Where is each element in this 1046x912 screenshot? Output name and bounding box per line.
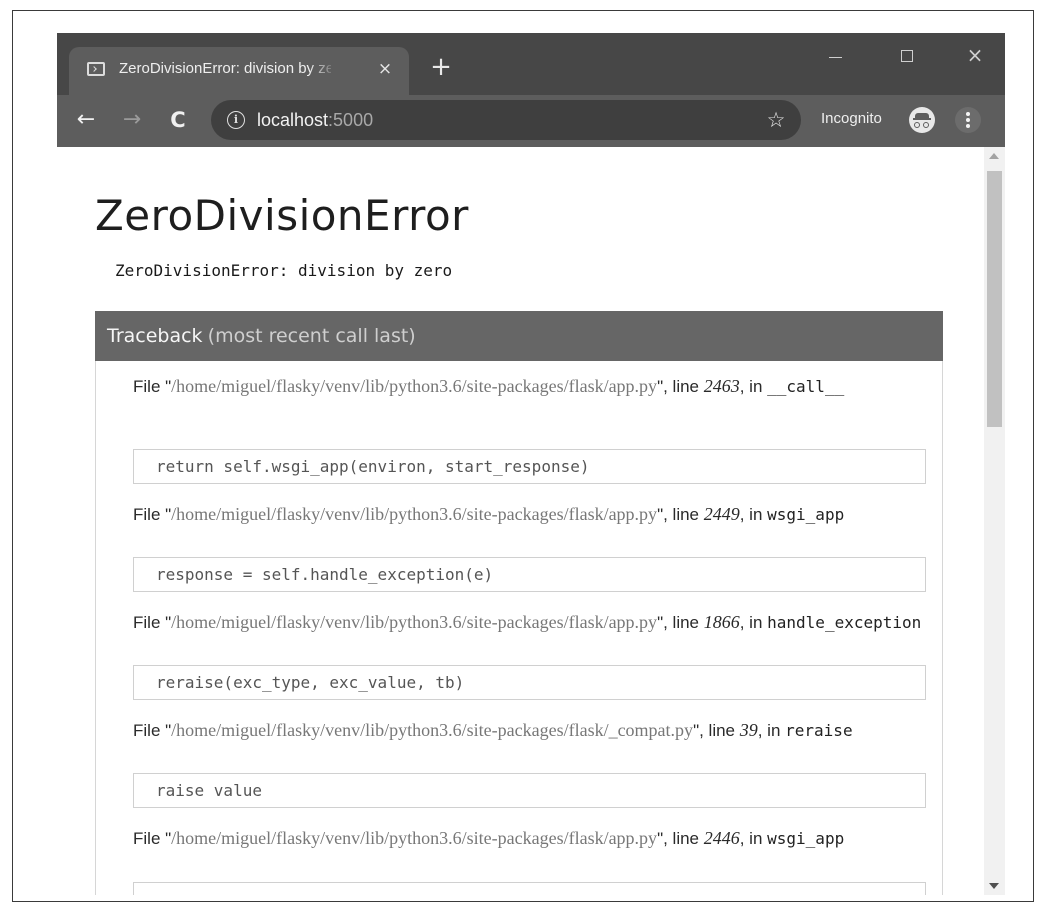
incognito-icon[interactable]	[909, 107, 935, 133]
frame-lineno: 2463	[703, 376, 740, 396]
frame-function: reraise	[785, 721, 853, 740]
traceback-code-line[interactable]: return self.wsgi_app(environ, start_resp…	[133, 449, 926, 484]
back-button[interactable]: ←	[71, 105, 101, 135]
traceback-header: Traceback (most recent call last)	[95, 311, 943, 361]
frame-filename: /home/miguel/flasky/venv/lib/python3.6/s…	[171, 504, 658, 524]
traceback-code-line[interactable]	[133, 882, 926, 895]
url-host: localhost	[257, 110, 329, 130]
traceback-subtitle: (most recent call last)	[207, 325, 416, 347]
minimize-button[interactable]	[815, 43, 855, 71]
traceback-title: Traceback	[107, 325, 203, 347]
line-label: ", line	[657, 613, 704, 632]
traceback-code-line[interactable]: raise value	[133, 773, 926, 808]
star-icon[interactable]: ☆	[763, 107, 789, 133]
file-label: File "	[133, 721, 172, 740]
scroll-down-arrow-icon[interactable]	[989, 883, 999, 889]
traceback-frame-location: File "/home/miguel/flasky/venv/lib/pytho…	[133, 825, 943, 852]
frame-filename: /home/miguel/flasky/venv/lib/python3.6/s…	[171, 612, 658, 632]
traceback-frame-location: File "/home/miguel/flasky/venv/lib/pytho…	[133, 501, 943, 528]
line-label: ", line	[657, 505, 704, 524]
in-label: , in	[739, 505, 768, 524]
frame-function: handle_exception	[767, 613, 922, 632]
in-label: , in	[739, 829, 768, 848]
in-label: , in	[757, 721, 786, 740]
page-viewport: ZeroDivisionError ZeroDivisionError: div…	[57, 147, 984, 895]
page-title: ZeroDivisionError	[95, 191, 469, 240]
url-text[interactable]: localhost:5000	[257, 109, 373, 131]
url-port: :5000	[328, 110, 374, 130]
frame-function: wsgi_app	[767, 505, 845, 524]
traceback-frame-location: File "/home/miguel/flasky/venv/lib/pytho…	[133, 717, 943, 744]
scroll-up-arrow-icon[interactable]	[989, 153, 999, 159]
frame-filename: /home/miguel/flasky/venv/lib/python3.6/s…	[171, 376, 658, 396]
vertical-scrollbar[interactable]	[984, 147, 1005, 895]
tab-title: ZeroDivisionError: division by zero	[119, 60, 331, 77]
address-bar[interactable]: i localhost:5000 ☆	[211, 100, 801, 140]
new-tab-button[interactable]: +	[429, 54, 453, 80]
traceback-code-line[interactable]: reraise(exc_type, exc_value, tb)	[133, 665, 926, 700]
frame-lineno: 2446	[703, 828, 740, 848]
traceback-frame-location: File "/home/miguel/flasky/venv/lib/pytho…	[133, 609, 943, 636]
frame-lineno: 2449	[703, 504, 740, 524]
line-label: ", line	[657, 829, 704, 848]
title-bar: ZeroDivisionError: division by zero × + …	[57, 33, 1005, 95]
in-label: , in	[739, 377, 768, 396]
kebab-menu-icon[interactable]	[955, 107, 981, 133]
file-label: File "	[133, 505, 172, 524]
frame-function: wsgi_app	[767, 829, 845, 848]
incognito-label: Incognito	[821, 110, 882, 127]
file-label: File "	[133, 613, 172, 632]
tab-close-icon[interactable]: ×	[375, 58, 395, 80]
traceback-frame-location: File "/home/miguel/flasky/venv/lib/pytho…	[133, 373, 943, 400]
frame-lineno: 39	[739, 720, 758, 740]
frame-filename: /home/miguel/flasky/venv/lib/python3.6/s…	[171, 720, 694, 740]
window-close-button[interactable]: ×	[955, 43, 995, 71]
scrollbar-thumb[interactable]	[987, 171, 1002, 427]
tab-active[interactable]: ZeroDivisionError: division by zero ×	[69, 47, 409, 95]
frame-lineno: 1866	[703, 612, 740, 632]
file-label: File "	[133, 829, 172, 848]
line-label: ", line	[657, 377, 704, 396]
frame-filename: /home/miguel/flasky/venv/lib/python3.6/s…	[171, 828, 658, 848]
error-message: ZeroDivisionError: division by zero	[115, 261, 453, 280]
line-label: ", line	[693, 721, 740, 740]
file-label: File "	[133, 377, 172, 396]
frame-function: __call__	[767, 377, 845, 396]
reload-button[interactable]: C	[163, 105, 193, 135]
terminal-icon	[87, 62, 105, 76]
tab-title-fade	[309, 57, 337, 85]
browser-toolbar: ← → C i localhost:5000 ☆ Incognito	[57, 95, 1005, 147]
maximize-button[interactable]	[887, 43, 927, 71]
in-label: , in	[739, 613, 768, 632]
browser-window: ZeroDivisionError: division by zero × + …	[57, 33, 1005, 895]
forward-button[interactable]: →	[117, 105, 147, 135]
traceback-code-line[interactable]: response = self.handle_exception(e)	[133, 557, 926, 592]
info-icon[interactable]: i	[227, 111, 245, 129]
